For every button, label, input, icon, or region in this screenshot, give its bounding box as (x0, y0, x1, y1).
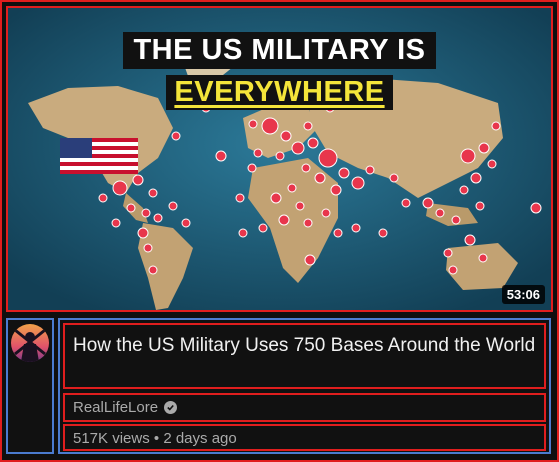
video-thumbnail[interactable]: THE US MILITARY IS EVERYWHERE 53:06 (6, 6, 553, 312)
channel-name[interactable]: RealLifeLore (73, 397, 158, 418)
avatar-column (6, 318, 54, 454)
thumbnail-title-line1: THE US MILITARY IS (123, 32, 436, 69)
duration-badge: 53:06 (501, 285, 545, 304)
us-flag-icon (60, 138, 138, 174)
channel-avatar-icon[interactable] (11, 324, 49, 362)
video-text-column: How the US Military Uses 750 Bases Aroun… (58, 318, 551, 454)
video-card[interactable]: THE US MILITARY IS EVERYWHERE 53:06 How … (0, 0, 559, 462)
thumbnail-title-overlay: THE US MILITARY IS EVERYWHERE (8, 32, 551, 110)
thumbnail-title-line2: EVERYWHERE (166, 75, 393, 110)
verified-badge-icon (164, 401, 178, 414)
view-count: 517K views (73, 430, 150, 447)
meta-separator: • (153, 430, 160, 447)
upload-age: 2 days ago (163, 430, 237, 447)
video-title[interactable]: How the US Military Uses 750 Bases Aroun… (63, 323, 546, 389)
channel-name-row[interactable]: RealLifeLore (63, 393, 546, 422)
video-details: How the US Military Uses 750 Bases Aroun… (6, 318, 553, 456)
video-stats: 517K views • 2 days ago (63, 424, 546, 451)
